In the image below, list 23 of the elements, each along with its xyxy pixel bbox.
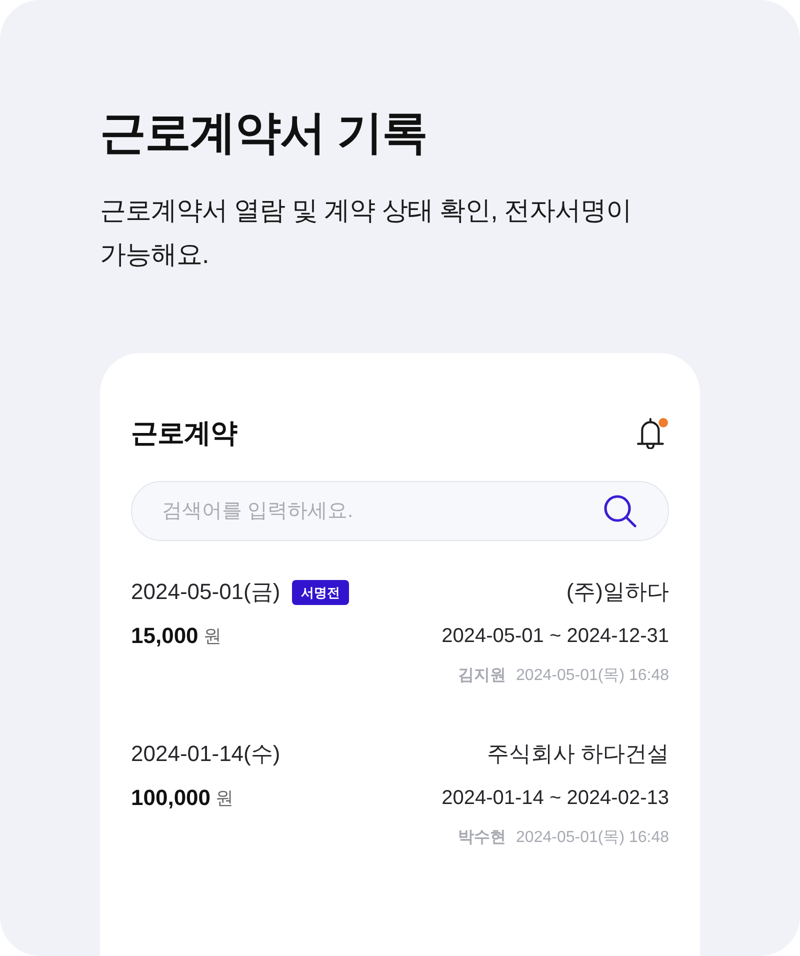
wage-amount: 100,000 (131, 785, 211, 811)
contract-row[interactable]: 2024-05-01(금) 서명전 (주)일하다 15,000 원 2024-05-01 ~ 2024-12-31 김지원 2024-05-01(목) 16:48 (131, 575, 669, 693)
search-icon[interactable] (603, 494, 637, 528)
currency-unit: 원 (203, 625, 222, 648)
timestamp: 2024-05-01(목) 16:48 (516, 666, 669, 686)
contract-period: 2024-01-14 ~ 2024-02-13 (442, 786, 669, 810)
page-description: 근로계약서 열람 및 계약 상태 확인, 전자서명이 가능해요. (100, 194, 633, 271)
currency-unit: 원 (216, 787, 234, 810)
contract-date: 2024-01-14(수) (131, 740, 280, 768)
timestamp: 2024-05-01(목) 16:48 (516, 828, 669, 848)
contract-period: 2024-05-01 ~ 2024-12-31 (442, 624, 669, 648)
page-title: 근로계약서 기록 (100, 105, 428, 160)
company-name: 주식회사 하다건설 (486, 740, 669, 768)
author-name: 박수현 (458, 828, 506, 848)
author-name: 김지원 (458, 666, 506, 686)
wage-amount: 15,000 (131, 623, 198, 649)
contract-row[interactable]: 2024-01-14(수) 주식회사 하다건설 100,000 원 2024-01-14 ~ 2024-02-13 박수현 2024-05-01(목) 16:48 (131, 737, 669, 855)
notification-bell-icon[interactable] (637, 417, 669, 449)
company-name: (주)일하다 (566, 578, 669, 606)
card-title: 근로계약 (131, 417, 237, 450)
contract-date: 2024-05-01(금) (131, 578, 280, 606)
search-field[interactable]: 검색어를 입력하세요. (131, 481, 669, 541)
status-badge: 서명전 (292, 580, 350, 604)
